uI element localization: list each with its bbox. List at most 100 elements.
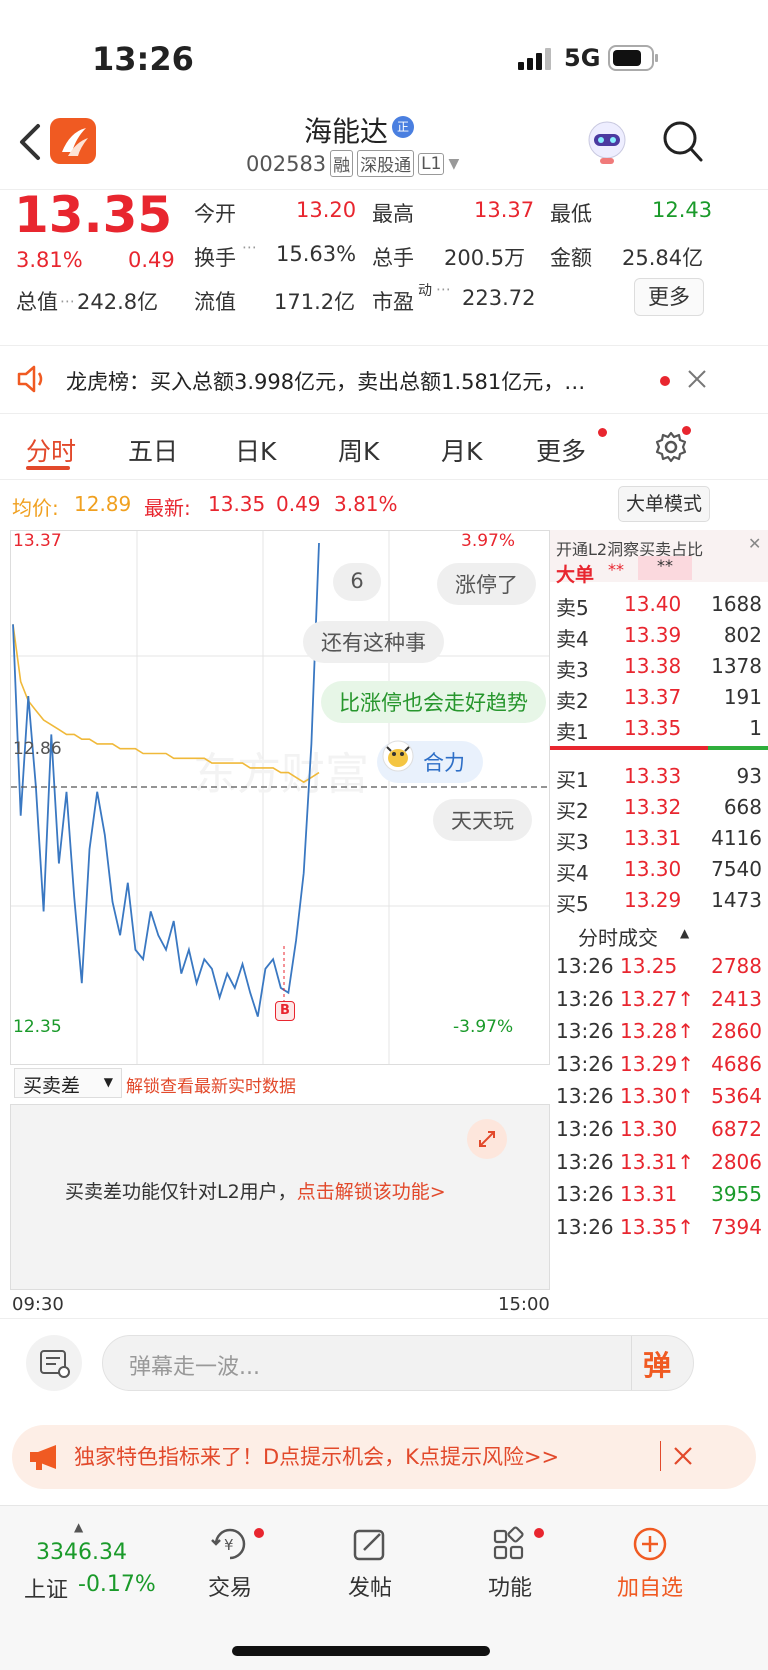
trade-dot — [254, 1528, 264, 1538]
l2-unlock-link[interactable]: 点击解锁该功能> — [297, 1181, 446, 1203]
expand-icon[interactable] — [467, 1119, 507, 1159]
close-icon[interactable] — [672, 1445, 694, 1467]
chevron-up-icon[interactable]: ▲ — [680, 926, 689, 940]
y-mid-label: 12.86 — [13, 739, 62, 759]
danmu-bubble[interactable]: 涨停了 — [437, 563, 536, 605]
ask-row[interactable]: 卖2 13.37 191 — [550, 683, 768, 715]
latest-pct: 3.81% — [334, 492, 398, 516]
tick-row: 13:26 13.25 2788 — [550, 952, 768, 984]
bid-label: 买3 — [556, 830, 589, 854]
big-order-value: ** — [608, 560, 624, 579]
index-value[interactable]: 3346.34 — [36, 1540, 127, 1565]
close-icon[interactable] — [686, 368, 708, 390]
chevron-down-icon[interactable]: ▼ — [448, 156, 459, 172]
ask-price: 13.39 — [624, 623, 682, 647]
info-icon[interactable]: ⋯ — [60, 292, 75, 310]
big-order-mode-button[interactable]: 大单模式 — [618, 486, 710, 522]
index-name[interactable]: 上证 — [24, 1572, 68, 1604]
more-button[interactable]: 更多 — [634, 278, 704, 316]
promo-banner[interactable]: 独家特色指标来了！D点提示机会，K点提示风险>> — [12, 1425, 756, 1489]
ticks-title[interactable]: 分时成交 — [578, 922, 658, 951]
ask-ratio-bar — [550, 746, 708, 750]
stock-code-row: 002583 融 深股通 L1 ▼ — [246, 150, 459, 177]
tab-week-k[interactable]: 周K — [338, 432, 379, 468]
danmu-bubble[interactable]: 天天玩 — [433, 799, 532, 841]
avg-label: 均价: — [12, 496, 59, 520]
subchart-area: 买卖差功能仅针对L2用户，点击解锁该功能> — [10, 1104, 550, 1290]
tick-price: 13.31↑ — [620, 1149, 695, 1174]
tab-five-day[interactable]: 五日 — [128, 432, 178, 468]
pe-value: 223.72 — [462, 286, 536, 310]
ask-price: 13.37 — [624, 685, 682, 709]
danmu-bubble[interactable]: 比涨停也会走好趋势 — [321, 681, 546, 723]
buy-marker[interactable]: B — [275, 1001, 295, 1021]
turnover-info-icon[interactable]: ⋯ — [242, 238, 257, 256]
tick-row: 13:26 13.30↑ 5364 — [550, 1082, 768, 1114]
danmu-input[interactable]: 弹幕走一波... 弹 — [102, 1335, 694, 1391]
bid-row[interactable]: 买1 13.33 93 — [550, 762, 768, 794]
tick-volume: 5364 — [711, 1084, 762, 1109]
last-price: 13.35 — [14, 186, 173, 244]
ask-row[interactable]: 卖4 13.39 802 — [550, 621, 768, 653]
tab-add-watchlist[interactable]: 加自选 — [590, 1526, 710, 1602]
indicator-select[interactable]: 买卖差 ▼ — [14, 1068, 122, 1098]
bid-row[interactable]: 买5 13.29 1473 — [550, 886, 768, 918]
l2-promo[interactable]: 开通L2洞察买卖占比 ✕ 大单 ** ** — [550, 530, 768, 586]
app-logo-icon[interactable] — [50, 118, 96, 164]
ask-volume: 191 — [723, 685, 762, 709]
tick-price: 13.27↑ — [620, 986, 695, 1011]
danmu-send-button[interactable]: 弹 — [643, 1344, 671, 1384]
ask-price: 13.35 — [624, 716, 682, 740]
tab-month-k[interactable]: 月K — [441, 432, 482, 468]
robot-assistant-icon[interactable] — [584, 118, 630, 166]
caret-up-icon[interactable]: ▲ — [74, 1520, 83, 1534]
ask-row[interactable]: 卖5 13.40 1688 — [550, 590, 768, 622]
clock: 13:26 — [92, 40, 194, 78]
danmu-bar: 弹幕走一波... 弹 — [0, 1318, 768, 1408]
tab-intraday[interactable]: 分时 — [26, 432, 76, 468]
close-icon[interactable]: ✕ — [748, 534, 761, 553]
tab-trade[interactable]: ¥ 交易 — [170, 1526, 290, 1602]
change-value: 0.49 — [128, 248, 175, 272]
ask-row[interactable]: 卖1 13.35 1 — [550, 714, 768, 746]
latest-label: 最新: — [144, 496, 191, 520]
tick-row: 13:26 13.35↑ 7394 — [550, 1213, 768, 1245]
index-change[interactable]: -0.17% — [78, 1572, 156, 1597]
tab-day-k[interactable]: 日K — [235, 432, 276, 468]
pe-info-icon[interactable]: ⋯ — [436, 280, 451, 298]
danmu-settings-icon[interactable] — [26, 1335, 82, 1391]
divider — [660, 1441, 661, 1471]
tab-post[interactable]: 发帖 — [310, 1526, 430, 1602]
settings-icon[interactable] — [654, 430, 688, 464]
danmu-bubble[interactable]: 还有这种事 — [303, 621, 444, 663]
bid-row[interactable]: 买4 13.30 7540 — [550, 855, 768, 887]
grid-icon — [493, 1526, 524, 1560]
bid-price: 13.29 — [624, 888, 682, 912]
ask-volume: 1688 — [711, 592, 762, 616]
tab-more[interactable]: 更多 — [536, 432, 586, 468]
bid-row[interactable]: 买2 13.32 668 — [550, 793, 768, 825]
tag-margin: 融 — [330, 150, 354, 177]
bid-volume: 93 — [736, 764, 762, 788]
divider — [631, 1336, 632, 1390]
bid-label: 买5 — [556, 892, 589, 916]
notice-bar[interactable]: 龙虎榜：买入总额3.998亿元，卖出总额1.581亿元，… — [0, 346, 768, 414]
tab-function[interactable]: 功能 — [450, 1526, 570, 1602]
back-icon[interactable] — [14, 122, 44, 162]
bid-price: 13.32 — [624, 795, 682, 819]
open-value: 13.20 — [296, 198, 357, 222]
tick-volume: 3955 — [711, 1182, 762, 1207]
danmu-bubble[interactable]: 6 — [333, 563, 381, 601]
intraday-chart[interactable]: 东方财富 13.37 12.86 12.35 3.97% -3.97% 6 涨停… — [10, 530, 550, 1065]
bid-row[interactable]: 买3 13.31 4116 — [550, 824, 768, 856]
tick-time: 13:26 — [556, 1084, 614, 1109]
tick-row: 13:26 13.31 3955 — [550, 1180, 768, 1212]
ask-row[interactable]: 卖3 13.38 1378 — [550, 652, 768, 684]
buy-sell-diff-panel: 买卖差 ▼ 解锁查看最新实时数据 买卖差功能仅针对L2用户，点击解锁该功能> — [10, 1068, 550, 1290]
search-icon[interactable] — [660, 118, 704, 164]
unlock-link[interactable]: 解锁查看最新实时数据 — [126, 1072, 296, 1097]
tick-price: 13.25 — [620, 954, 678, 978]
tick-price: 13.28↑ — [620, 1019, 695, 1044]
pe-superscript: 动 — [418, 283, 432, 299]
ask-price: 13.40 — [624, 592, 682, 616]
